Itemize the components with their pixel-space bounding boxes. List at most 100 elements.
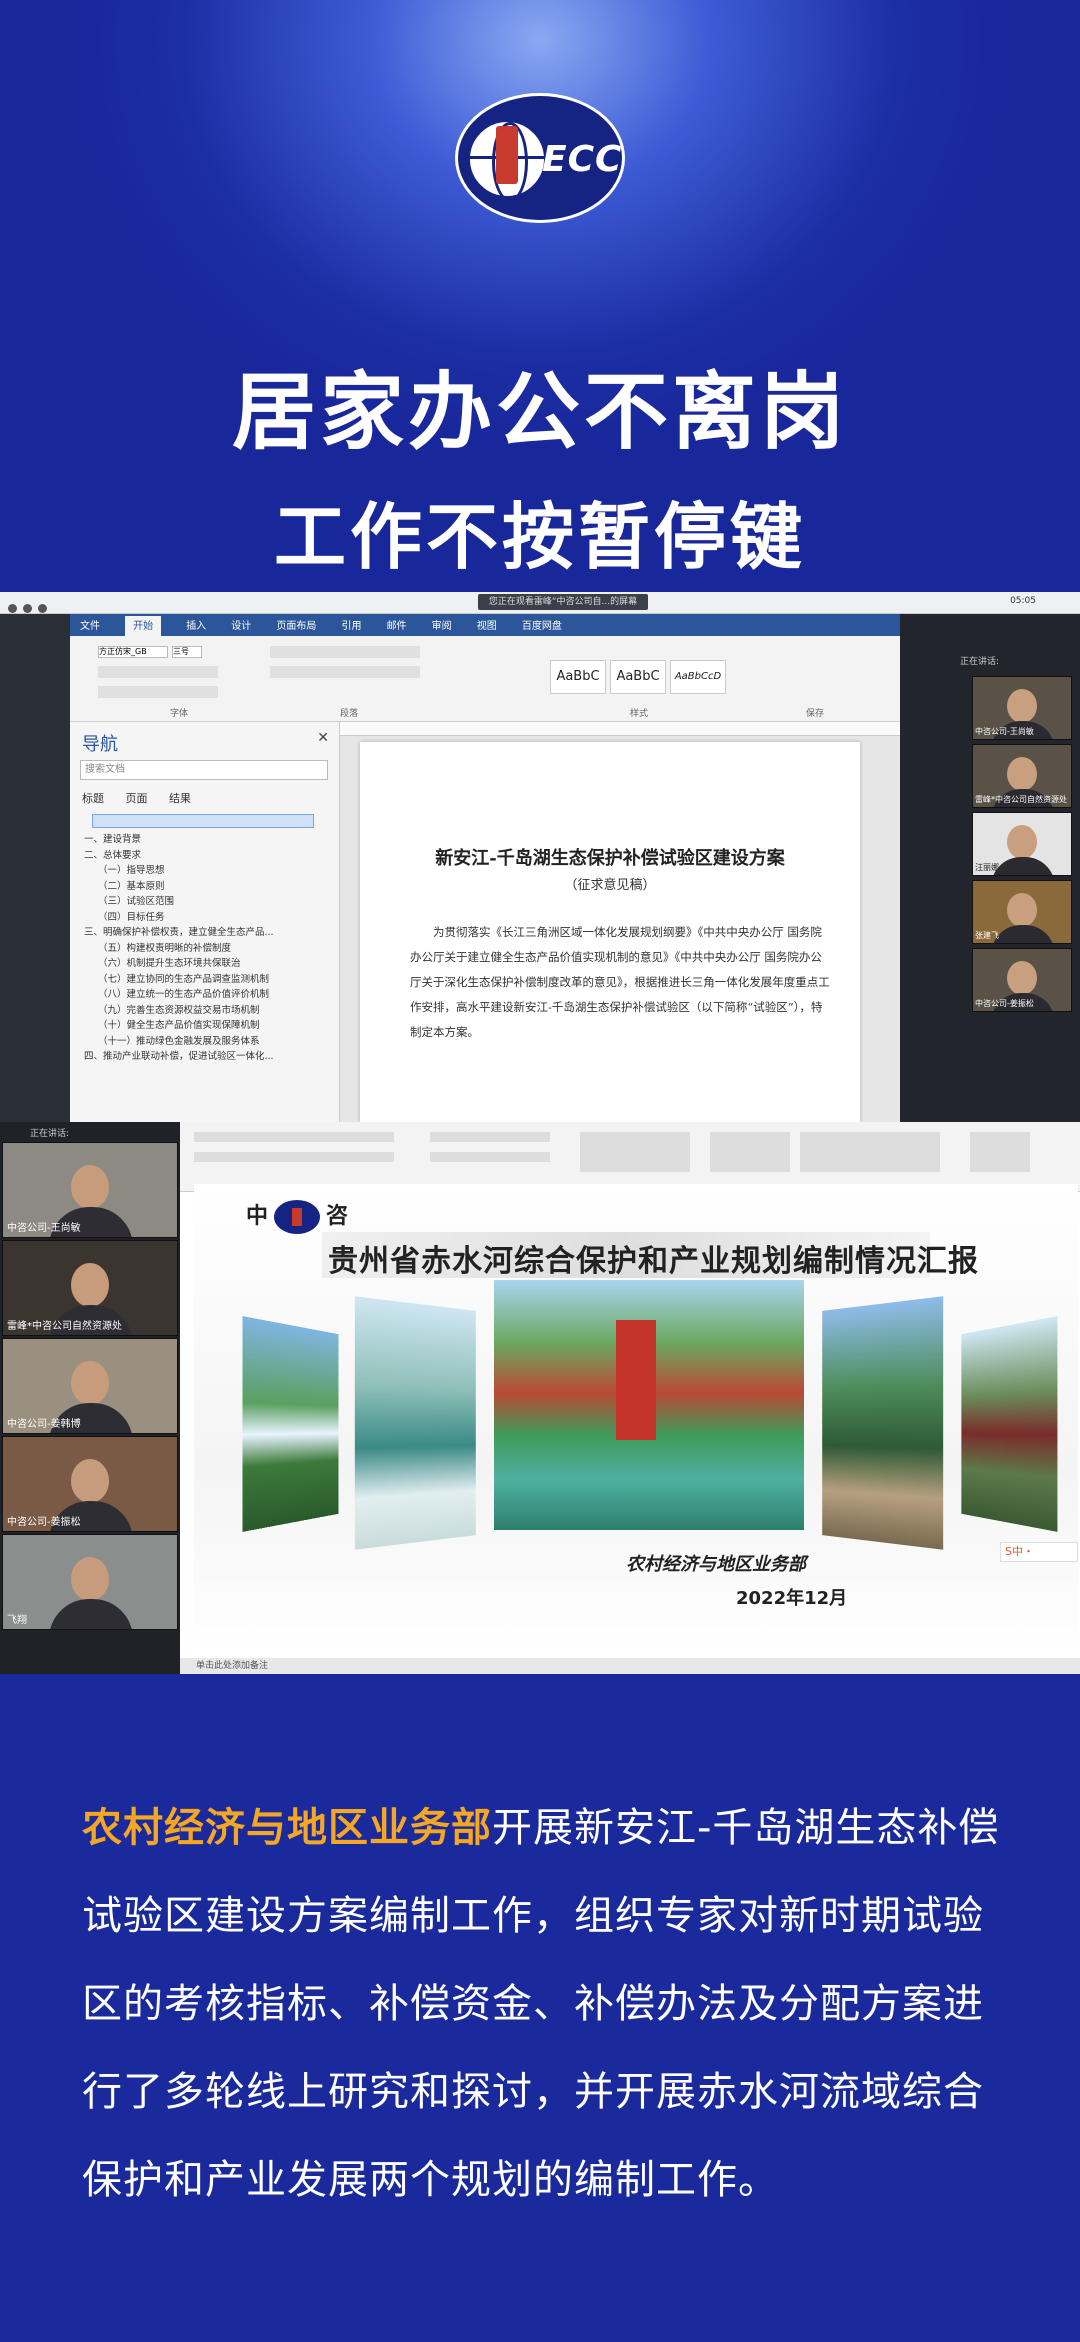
nav-tab-pages[interactable]: 页面 xyxy=(126,792,148,805)
slide-department: 农村经济与地区业务部 xyxy=(626,1554,806,1575)
mountain-photo xyxy=(822,1296,944,1550)
subheadline: 工作不按暂停键 xyxy=(273,495,806,579)
format-controls[interactable] xyxy=(194,1152,394,1162)
nav-tabs: 标题 页面 结果 xyxy=(82,790,209,806)
participant-video[interactable]: 雷峰*中咨公司自然资源处 xyxy=(972,744,1072,808)
nav-heading[interactable]: 四、推动产业联动补偿，促进试验区一体化... xyxy=(84,1049,274,1065)
waterfall-photo xyxy=(242,1316,339,1532)
ecc-logo-icon xyxy=(274,1200,321,1234)
document-subtitle: （征求意见稿） xyxy=(564,878,656,893)
group-font: 字体 xyxy=(170,709,189,719)
document-page[interactable]: 新安江-千岛湖生态保护补偿试验区建设方案 （征求意见稿） 为贯彻落实《长江三角洲… xyxy=(360,742,860,1122)
nav-heading[interactable]: 二、总体要求 xyxy=(84,848,274,864)
participant-name: 张建飞 xyxy=(975,931,999,940)
nav-heading[interactable]: （九）完善生态资源权益交易市场机制 xyxy=(84,1003,274,1019)
department-highlight: 农村经济与地区业务部 xyxy=(82,1805,492,1851)
close-icon[interactable]: ✕ xyxy=(317,730,329,746)
color-buttons[interactable] xyxy=(98,686,218,698)
headline: 居家办公不离岗 xyxy=(231,363,848,461)
nav-heading[interactable]: （八）建立统一的生态产品价值评价机制 xyxy=(84,987,274,1003)
style-subtitle[interactable]: AaBbC xyxy=(610,660,666,694)
participant-video[interactable]: 张建飞 xyxy=(972,880,1072,944)
tab-design[interactable]: 设计 xyxy=(231,616,251,638)
align-buttons[interactable] xyxy=(270,666,420,678)
arrange-controls[interactable] xyxy=(710,1132,790,1172)
tab-home[interactable]: 开始 xyxy=(125,616,162,638)
slide[interactable]: 中咨 贵州省赤水河综合保护和产业规划编制情况汇报 农村经济与地区业务部 2022… xyxy=(194,1184,1078,1656)
slide-date: 2022年12月 xyxy=(736,1588,848,1609)
screen-share-banner: 您正在观看雷峰“中咨公司自...的屏幕 xyxy=(478,594,648,610)
format-buttons[interactable] xyxy=(98,666,218,678)
ribbon: 方正仿宋_GB 三号 AaBbC AaBbC AaBbCcD 字体 段落 样式 … xyxy=(70,636,970,722)
river-photo xyxy=(354,1296,476,1550)
participant-name: 中咨公司-姜振松 xyxy=(975,999,1034,1008)
ribbon-tabs: 文件 开始 插入 设计 页面布局 引用 邮件 审阅 视图 百度网盘 xyxy=(70,614,970,638)
nav-heading[interactable]: （三）试验区范围 xyxy=(84,894,274,910)
nav-heading[interactable]: （四）目标任务 xyxy=(84,910,274,926)
window-controls[interactable] xyxy=(8,598,68,613)
participant-name: 中咨公司-王尚敏 xyxy=(975,727,1034,736)
participant-video[interactable]: 中咨公司-王尚敏 xyxy=(2,1142,178,1238)
ecc-logo: ECC xyxy=(455,93,625,223)
nav-tab-headings[interactable]: 标题 xyxy=(82,792,104,805)
participant-name: 雷峰*中咨公司自然资源处 xyxy=(975,795,1067,804)
style-emphasis[interactable]: AaBbCcD xyxy=(670,660,726,694)
participant-video[interactable]: 雷峰*中咨公司自然资源处 xyxy=(2,1240,178,1336)
tab-layout[interactable]: 页面布局 xyxy=(276,616,316,638)
participant-video[interactable]: 中咨公司-姜振松 xyxy=(972,948,1072,1012)
nav-title: 导航 xyxy=(82,734,118,755)
monument-photo xyxy=(961,1316,1058,1532)
navigation-pane: 导航 ✕ 搜索文档 标题 页面 结果 一、建设背景 二、总体要求 （一）指导思想… xyxy=(70,722,340,1122)
speaking-label: 正在讲话: xyxy=(30,1129,70,1139)
font-name-select[interactable]: 方正仿宋_GB xyxy=(98,646,168,658)
participant-name: 中咨公司-姜振松 xyxy=(7,1517,81,1528)
style-title[interactable]: AaBbC xyxy=(550,660,606,694)
paragraph-controls[interactable] xyxy=(430,1132,550,1142)
brand-left: 中 xyxy=(246,1204,269,1229)
nav-heading[interactable]: （六）机制提升生态环境共保联治 xyxy=(84,956,274,972)
body-text: 开展新安江-千岛湖生态补偿试验区建设方案编制工作，组织专家对新时期试验区的考核指… xyxy=(82,1805,1000,2203)
slide-brand: 中咨 xyxy=(246,1198,348,1234)
participant-name: 汪丽娜 xyxy=(975,863,999,872)
participant-video[interactable]: 中咨公司-王尚敏 xyxy=(972,676,1072,740)
logo-text: ECC xyxy=(542,139,623,180)
participant-video[interactable]: 飞翔 xyxy=(2,1534,178,1630)
nav-heading[interactable]: 一、建设背景 xyxy=(84,832,274,848)
nav-selected-heading[interactable] xyxy=(92,814,314,828)
nav-heading[interactable]: （一）指导思想 xyxy=(84,863,274,879)
font-size-select[interactable]: 三号 xyxy=(172,646,202,658)
align-controls[interactable] xyxy=(430,1152,550,1162)
ruler xyxy=(340,722,900,736)
participant-video[interactable]: 中咨公司-姜韩博 xyxy=(2,1338,178,1434)
tab-references[interactable]: 引用 xyxy=(341,616,361,638)
group-save: 保存 xyxy=(806,709,825,719)
participant-video[interactable]: 中咨公司-姜振松 xyxy=(2,1436,178,1532)
ime-toolbar[interactable]: S中・ xyxy=(1000,1542,1078,1562)
slide-title: 贵州省赤水河综合保护和产业规划编制情况汇报 xyxy=(328,1244,979,1279)
paragraph-buttons[interactable] xyxy=(270,646,420,658)
clock: 05:05 xyxy=(1010,596,1036,606)
nav-heading[interactable]: （七）建立协同的生态产品调查监测机制 xyxy=(84,972,274,988)
nav-heading[interactable]: （十）健全生态产品价值实现保障机制 xyxy=(84,1018,274,1034)
tab-review[interactable]: 审阅 xyxy=(432,616,452,638)
participants-panel: 正在讲话: 中咨公司-王尚敏 雷峰*中咨公司自然资源处 汪丽娜 张建飞 中咨公司… xyxy=(900,614,1080,1122)
tab-file[interactable]: 文件 xyxy=(80,616,100,638)
shapes-gallery[interactable] xyxy=(580,1132,690,1172)
nav-heading[interactable]: 三、明确保护补偿权责，建立健全生态产品... xyxy=(84,925,274,941)
document-title: 新安江-千岛湖生态保护补偿试验区建设方案 xyxy=(435,848,785,869)
group-paragraph: 段落 xyxy=(340,709,359,719)
tab-insert[interactable]: 插入 xyxy=(186,616,206,638)
nav-heading[interactable]: （二）基本原则 xyxy=(84,879,274,895)
font-controls[interactable] xyxy=(194,1132,394,1142)
nav-heading[interactable]: （五）构建权责明晰的补偿制度 xyxy=(84,941,274,957)
shape-style-controls[interactable] xyxy=(800,1132,940,1172)
find-replace-controls[interactable] xyxy=(970,1132,1030,1172)
nav-search-input[interactable]: 搜索文档 xyxy=(80,760,328,780)
nav-heading[interactable]: （十一）推动绿色金融发展及服务体系 xyxy=(84,1034,274,1050)
tab-baidu[interactable]: 百度网盘 xyxy=(522,616,562,638)
notes-bar[interactable]: 单击此处添加备注 xyxy=(180,1658,1080,1674)
nav-tab-results[interactable]: 结果 xyxy=(169,792,191,805)
tab-view[interactable]: 视图 xyxy=(477,616,497,638)
tab-mailings[interactable]: 邮件 xyxy=(387,616,407,638)
participant-video[interactable]: 汪丽娜 xyxy=(972,812,1072,876)
